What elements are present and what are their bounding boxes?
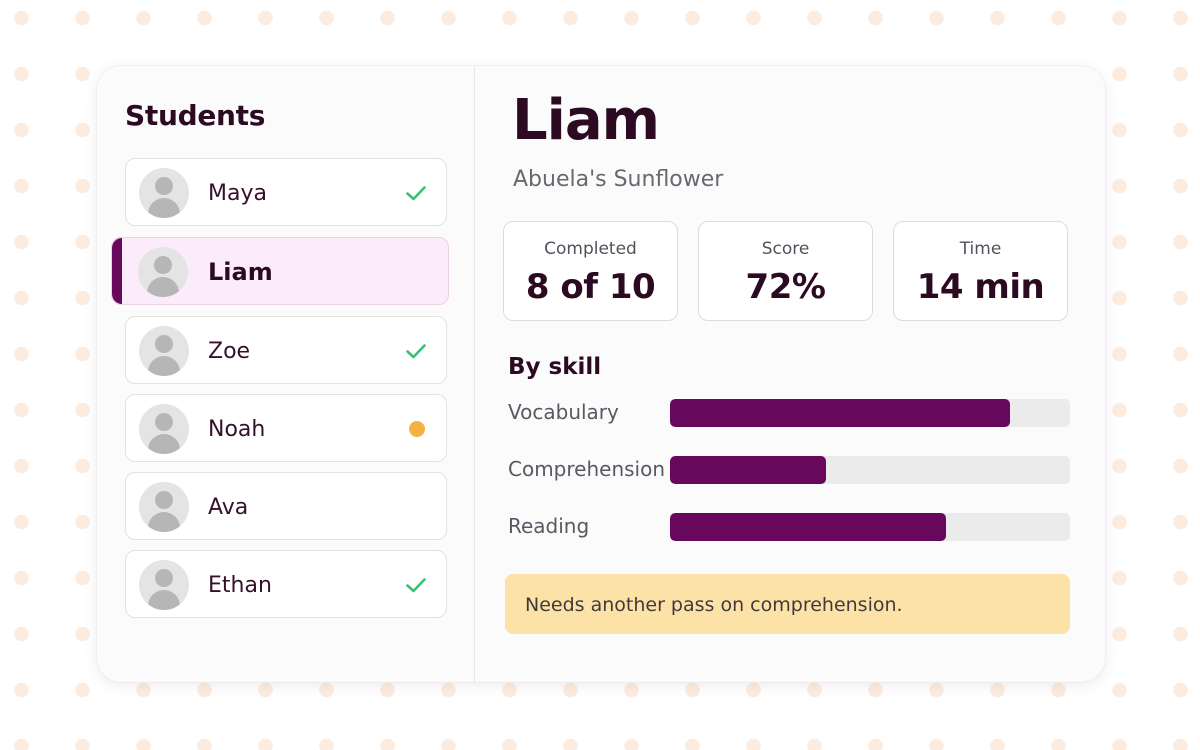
- student-name: Maya: [208, 181, 267, 206]
- skill-progress-fill: [670, 399, 1010, 427]
- skill-label: Reading: [508, 514, 590, 538]
- skill-row-comprehension: Comprehension: [475, 455, 1105, 485]
- selected-indicator: [112, 238, 122, 304]
- stat-value: 72%: [745, 267, 826, 307]
- avatar-icon: [139, 482, 189, 532]
- student-detail: Liam Abuela's Sunflower Completed 8 of 1…: [475, 66, 1105, 682]
- skills-heading: By skill: [508, 354, 602, 380]
- student-sidebar: Students Maya Liam Zoe Noah Ava Ethan: [97, 66, 475, 682]
- stat-card-score: Score 72%: [698, 221, 873, 321]
- skill-row-reading: Reading: [475, 512, 1105, 542]
- book-title: Abuela's Sunflower: [513, 167, 724, 192]
- skill-progress-fill: [670, 456, 826, 484]
- skill-progress-fill: [670, 513, 946, 541]
- stat-label: Completed: [544, 239, 637, 259]
- dot-icon: [409, 421, 425, 437]
- student-name: Zoe: [208, 339, 251, 364]
- student-name-heading: Liam: [512, 88, 660, 153]
- checkmark-icon: [406, 186, 426, 201]
- stat-value: 8 of 10: [525, 267, 656, 307]
- skill-row-vocabulary: Vocabulary: [475, 398, 1105, 428]
- note-banner: Needs another pass on comprehension.: [505, 574, 1070, 634]
- student-item[interactable]: Ethan: [125, 550, 447, 618]
- avatar-icon: [139, 326, 189, 376]
- avatar-icon: [139, 560, 189, 610]
- student-item[interactable]: Ava: [125, 472, 447, 540]
- student-list: Maya Liam Zoe Noah Ava Ethan: [97, 66, 475, 682]
- skill-progress-bar: [670, 399, 1070, 427]
- stat-value: 14 min: [916, 267, 1045, 307]
- stat-card-completed: Completed 8 of 10: [503, 221, 678, 321]
- stat-label: Score: [761, 239, 810, 259]
- student-name: Ethan: [208, 573, 272, 598]
- checkmark-icon: [406, 578, 426, 593]
- student-name: Ava: [208, 495, 249, 520]
- stat-label: Time: [959, 239, 1002, 259]
- avatar-icon: [139, 168, 189, 218]
- student-item[interactable]: Liam: [111, 237, 449, 305]
- checkmark-icon: [406, 344, 426, 359]
- avatar-icon: [139, 404, 189, 454]
- note-text: Needs another pass on comprehension.: [525, 594, 903, 616]
- student-item[interactable]: Zoe: [125, 316, 447, 384]
- skill-label: Vocabulary: [508, 400, 619, 424]
- student-progress-panel: Students Maya Liam Zoe Noah Ava Ethan Liam Ab…: [97, 66, 1105, 682]
- skill-label: Comprehension: [508, 457, 666, 481]
- skill-progress-bar: [670, 456, 1070, 484]
- student-item[interactable]: Noah: [125, 394, 447, 462]
- student-name: Noah: [208, 417, 266, 442]
- stat-card-time: Time 14 min: [893, 221, 1068, 321]
- student-name: Liam: [208, 258, 273, 286]
- avatar-icon: [138, 247, 188, 297]
- student-item[interactable]: Maya: [125, 158, 447, 226]
- skill-progress-bar: [670, 513, 1070, 541]
